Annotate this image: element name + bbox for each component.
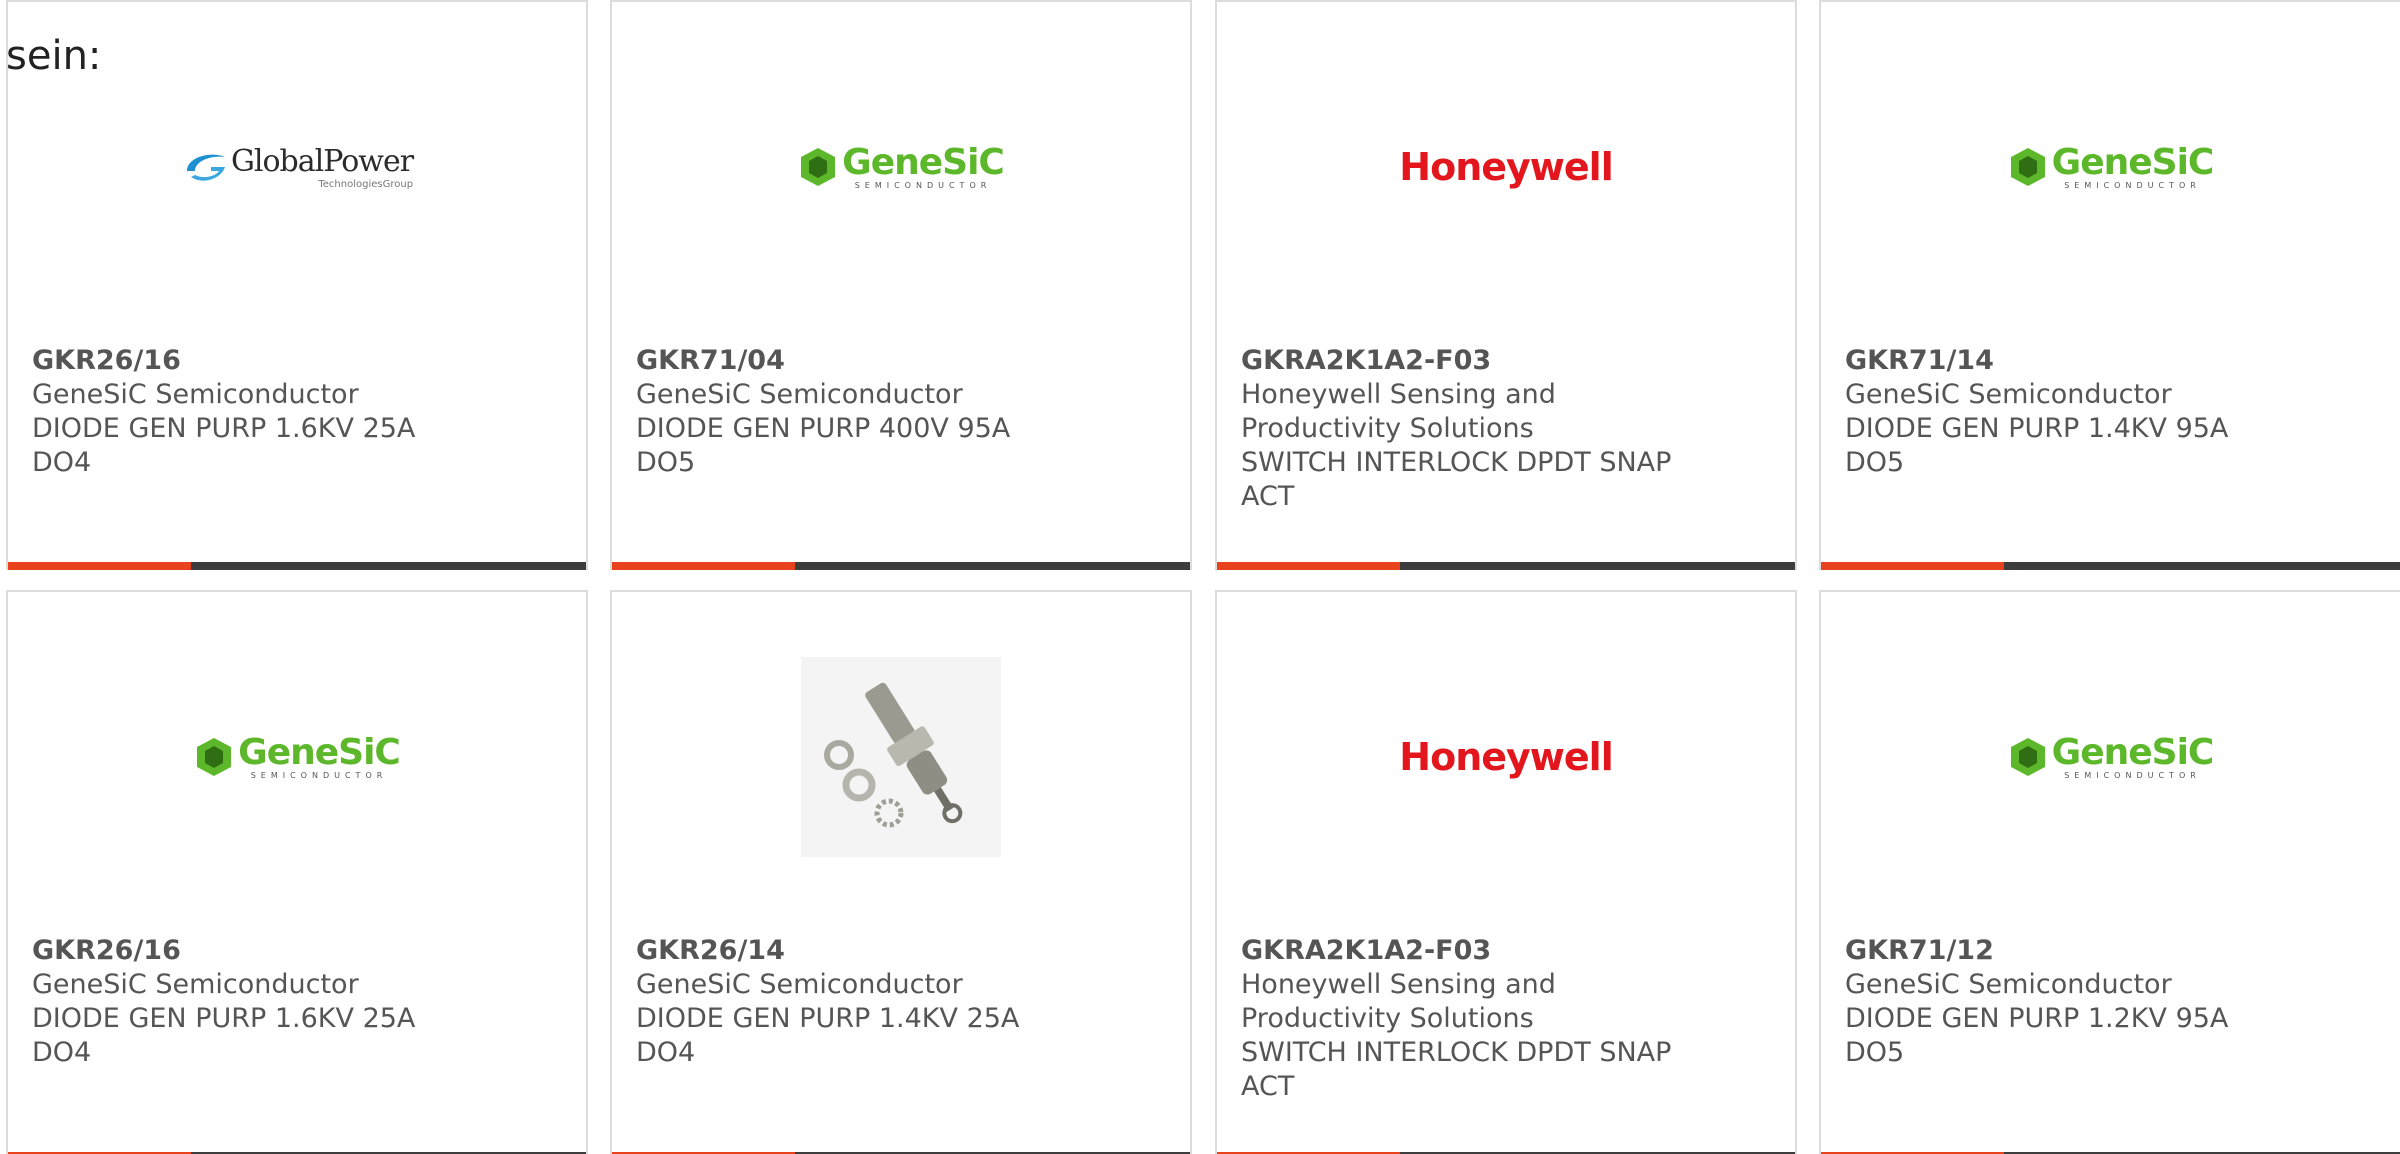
product-card[interactable]: GlobalPower TechnologiesGroup GKR26/16 G… [6, 0, 588, 570]
manufacturer-name: Honeywell Sensing and Productivity Solut… [1241, 969, 1556, 1034]
product-card[interactable]: Honeywell GKRA2K1A2-F03 Honeywell Sensin… [1215, 0, 1797, 570]
product-description: SWITCH INTERLOCK DPDT SNAP ACT [1241, 1037, 1672, 1102]
manufacturer-name: GeneSiC Semiconductor [636, 379, 963, 410]
stud-diode-photo [612, 657, 1190, 857]
honeywell-logo: Honeywell [1399, 735, 1613, 779]
genesic-logo: GeneSiC SEMICONDUCTOR [1821, 97, 2400, 237]
globalpower-swirl-icon [186, 154, 225, 181]
intro-text: sein: [6, 33, 102, 79]
part-number-link[interactable]: GKRA2K1A2-F03 [1241, 934, 1771, 968]
part-number-link[interactable]: GKR71/04 [636, 344, 1166, 378]
product-card[interactable]: GeneSiC SEMICONDUCTOR GKR71/14 GeneSiC S… [1819, 0, 2400, 570]
card-accent-bar [8, 562, 191, 570]
product-card[interactable]: GeneSiC SEMICONDUCTOR GKR71/04 GeneSiC S… [610, 0, 1192, 570]
manufacturer-name: GeneSiC Semiconductor [32, 379, 359, 410]
part-number-link[interactable]: GKR26/16 [32, 934, 562, 968]
product-grid-page: sein: GlobalPower TechnologiesGroup GKR2… [0, 0, 2400, 1154]
part-number-link[interactable]: GKR71/14 [1845, 344, 2376, 378]
stud-diode-image [801, 657, 1001, 857]
product-description: DIODE GEN PURP 1.4KV 95A DO5 [1845, 413, 2229, 478]
product-description: DIODE GEN PURP 1.4KV 25A DO4 [636, 1003, 1020, 1068]
genesic-hexagon-icon [2010, 148, 2045, 186]
card-bottom-bar [8, 562, 586, 570]
globalpower-logo: GlobalPower TechnologiesGroup [8, 97, 586, 237]
manufacturer-name: GeneSiC Semiconductor [1845, 969, 2172, 1000]
product-description: DIODE GEN PURP 1.6KV 25A DO4 [32, 413, 416, 478]
card-bottom-bar [612, 562, 1190, 570]
product-card[interactable]: GeneSiC SEMICONDUCTOR GKR71/12 GeneSiC S… [1819, 590, 2400, 1154]
part-number-link[interactable]: GKRA2K1A2-F03 [1241, 344, 1771, 378]
genesic-logo: GeneSiC SEMICONDUCTOR [8, 687, 586, 827]
genesic-hexagon-icon [2010, 738, 2045, 776]
genesic-logo: GeneSiC SEMICONDUCTOR [1821, 687, 2400, 827]
genesic-hexagon-icon [197, 738, 232, 776]
product-card[interactable]: Honeywell GKRA2K1A2-F03 Honeywell Sensin… [1215, 590, 1797, 1154]
manufacturer-name: GeneSiC Semiconductor [1845, 379, 2172, 410]
manufacturer-name: Honeywell Sensing and Productivity Solut… [1241, 379, 1556, 444]
part-number-link[interactable]: GKR71/12 [1845, 934, 2376, 968]
genesic-hexagon-icon [801, 148, 836, 186]
product-card[interactable]: GeneSiC SEMICONDUCTOR GKR26/16 GeneSiC S… [6, 590, 588, 1154]
manufacturer-name: GeneSiC Semiconductor [32, 969, 359, 1000]
product-description: DIODE GEN PURP 1.2KV 95A DO5 [1845, 1003, 2229, 1068]
manufacturer-name: GeneSiC Semiconductor [636, 969, 963, 1000]
product-description: SWITCH INTERLOCK DPDT SNAP ACT [1241, 447, 1672, 512]
card-bottom-bar [1217, 562, 1795, 570]
card-bottom-bar [1821, 562, 2400, 570]
part-number-link[interactable]: GKR26/16 [32, 344, 562, 378]
card-accent-bar [612, 562, 795, 570]
product-card[interactable]: GKR26/14 GeneSiC Semiconductor DIODE GEN… [610, 590, 1192, 1154]
card-accent-bar [1217, 562, 1400, 570]
genesic-logo: GeneSiC SEMICONDUCTOR [612, 97, 1190, 237]
card-accent-bar [1821, 562, 2004, 570]
honeywell-logo: Honeywell [1399, 145, 1613, 189]
product-description: DIODE GEN PURP 1.6KV 25A DO4 [32, 1003, 416, 1068]
product-description: DIODE GEN PURP 400V 95A DO5 [636, 413, 1011, 478]
part-number-link[interactable]: GKR26/14 [636, 934, 1166, 968]
